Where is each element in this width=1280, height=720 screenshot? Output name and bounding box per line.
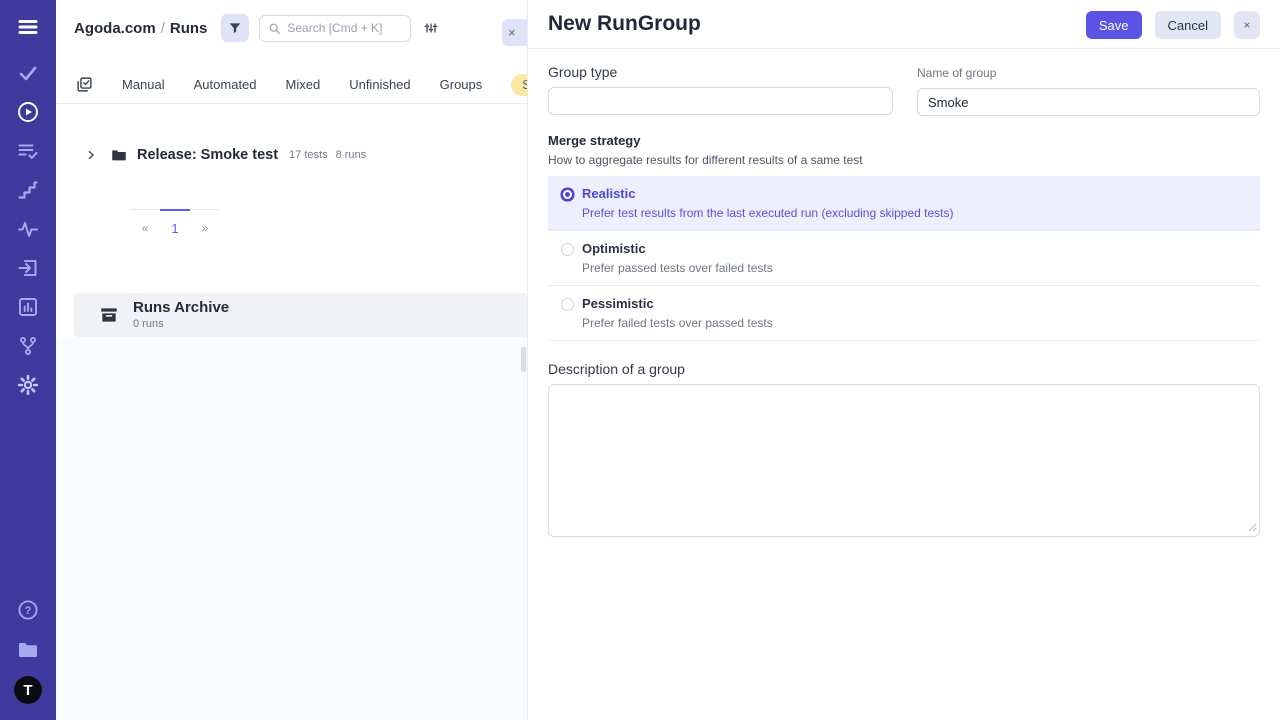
chevron-right-icon[interactable] bbox=[86, 150, 96, 160]
pulse-activity-icon[interactable] bbox=[16, 217, 40, 241]
radio-unselected-icon[interactable] bbox=[561, 298, 574, 311]
rungroup-form: Group type Name of group Merge strategy … bbox=[528, 49, 1280, 542]
tab-automated[interactable]: Automated bbox=[194, 77, 257, 92]
tab-mixed[interactable]: Mixed bbox=[286, 77, 321, 92]
hamburger-menu-icon[interactable] bbox=[16, 15, 40, 39]
merge-strategy-options: Realistic Prefer test results from the l… bbox=[548, 176, 1260, 341]
sidebar-bottom: ? T bbox=[14, 598, 42, 720]
archive-count: 0 runs bbox=[133, 318, 229, 330]
runs-panel-header: Agoda.com/Runs × bbox=[56, 0, 527, 56]
group-type-input[interactable] bbox=[548, 87, 893, 115]
import-icon[interactable] bbox=[16, 256, 40, 280]
merge-strategy-hint: How to aggregate results for different r… bbox=[548, 153, 1260, 167]
runs-list-panel: Agoda.com/Runs × Manual bbox=[56, 0, 527, 720]
save-button[interactable]: Save bbox=[1086, 11, 1142, 39]
pagination-next[interactable]: » bbox=[190, 210, 220, 236]
projects-folder-icon[interactable] bbox=[16, 637, 40, 661]
option-optimistic[interactable]: Optimistic Prefer passed tests over fail… bbox=[548, 231, 1260, 286]
option-optimistic-title: Optimistic bbox=[582, 241, 773, 257]
settings-gear-icon[interactable] bbox=[16, 373, 40, 397]
top-fields: Group type Name of group bbox=[548, 64, 1260, 116]
filter-tabs-row: Manual Automated Mixed Unfinished Groups… bbox=[56, 66, 527, 104]
search-box[interactable] bbox=[259, 15, 411, 42]
filter-button[interactable] bbox=[221, 14, 249, 42]
close-button[interactable]: × bbox=[1234, 11, 1260, 39]
panel-lower-background bbox=[56, 337, 527, 720]
radio-selected-icon[interactable] bbox=[565, 192, 570, 197]
archive-texts: Runs Archive 0 runs bbox=[133, 300, 229, 330]
description-textarea[interactable] bbox=[548, 384, 1260, 537]
help-icon[interactable]: ? bbox=[16, 598, 40, 622]
adjustments-sliders-icon[interactable] bbox=[423, 20, 439, 36]
runs-play-circle-icon[interactable] bbox=[16, 100, 40, 124]
tests-check-icon[interactable] bbox=[16, 61, 40, 85]
run-group-row[interactable]: Release: Smoke test 17 tests 8 runs bbox=[56, 144, 527, 166]
new-rungroup-panel: New RunGroup Save Cancel × Group type Na… bbox=[527, 0, 1280, 720]
sidebar: ? T bbox=[0, 0, 56, 720]
breadcrumb-page: Runs bbox=[170, 20, 208, 37]
plans-list-check-icon[interactable] bbox=[16, 139, 40, 163]
description-label: Description of a group bbox=[548, 361, 1260, 377]
breadcrumb-separator: / bbox=[156, 20, 170, 37]
merge-strategy-label: Merge strategy bbox=[548, 133, 1260, 148]
severity-badge[interactable]: Severity bbox=[511, 74, 527, 96]
option-realistic-description: Prefer test results from the last execut… bbox=[582, 206, 954, 220]
folder-icon bbox=[110, 146, 128, 164]
analytics-bar-chart-icon[interactable] bbox=[16, 295, 40, 319]
pagination-prev[interactable]: « bbox=[130, 210, 160, 236]
pagination-page-1[interactable]: 1 bbox=[160, 209, 190, 236]
name-field: Name of group bbox=[917, 64, 1260, 116]
name-of-group-label: Name of group bbox=[917, 66, 1260, 80]
option-pessimistic[interactable]: Pessimistic Prefer failed tests over pas… bbox=[548, 286, 1260, 341]
run-group-title: Release: Smoke test bbox=[137, 147, 278, 163]
tab-unfinished[interactable]: Unfinished bbox=[349, 77, 410, 92]
option-pessimistic-title: Pessimistic bbox=[582, 296, 773, 312]
runs-archive-row[interactable]: Runs Archive 0 runs bbox=[74, 293, 527, 337]
breadcrumb: Agoda.com/Runs bbox=[74, 20, 207, 37]
archive-title: Runs Archive bbox=[133, 300, 229, 316]
group-type-label: Group type bbox=[548, 64, 893, 80]
radio-unselected-icon[interactable] bbox=[561, 243, 574, 256]
panel-close-button[interactable]: × bbox=[502, 19, 527, 46]
user-avatar[interactable]: T bbox=[14, 676, 42, 704]
header-actions: Save Cancel × bbox=[1086, 11, 1260, 39]
description-wrap bbox=[548, 384, 1260, 542]
group-type-field: Group type bbox=[548, 64, 893, 116]
tab-manual[interactable]: Manual bbox=[122, 77, 165, 92]
name-of-group-input[interactable] bbox=[917, 88, 1260, 116]
branches-git-icon[interactable] bbox=[16, 334, 40, 358]
breadcrumb-project[interactable]: Agoda.com bbox=[74, 20, 156, 37]
rungroup-header: New RunGroup Save Cancel × bbox=[528, 0, 1280, 49]
option-pessimistic-description: Prefer failed tests over passed tests bbox=[582, 316, 773, 330]
pagination: « 1 » bbox=[130, 209, 220, 236]
option-optimistic-description: Prefer passed tests over failed tests bbox=[582, 261, 773, 275]
sidebar-nav bbox=[16, 61, 40, 397]
run-group-runs-count: 8 runs bbox=[336, 149, 367, 161]
select-runs-icon[interactable] bbox=[76, 76, 93, 93]
funnel-icon bbox=[228, 21, 242, 35]
tab-groups[interactable]: Groups bbox=[440, 77, 483, 92]
svg-text:?: ? bbox=[25, 605, 32, 617]
option-realistic-title: Realistic bbox=[582, 186, 954, 202]
search-input[interactable] bbox=[287, 21, 397, 35]
option-realistic[interactable]: Realistic Prefer test results from the l… bbox=[548, 176, 1260, 231]
archive-box-icon bbox=[99, 305, 119, 325]
search-icon bbox=[268, 22, 281, 35]
milestones-stairs-icon[interactable] bbox=[16, 178, 40, 202]
page-title: New RunGroup bbox=[548, 12, 701, 36]
run-group-tests-count: 17 tests bbox=[289, 149, 328, 161]
panel-scrollbar-thumb[interactable] bbox=[521, 347, 526, 372]
cancel-button[interactable]: Cancel bbox=[1155, 11, 1221, 39]
app-window: ? T Agoda.com/Runs bbox=[0, 0, 1280, 720]
